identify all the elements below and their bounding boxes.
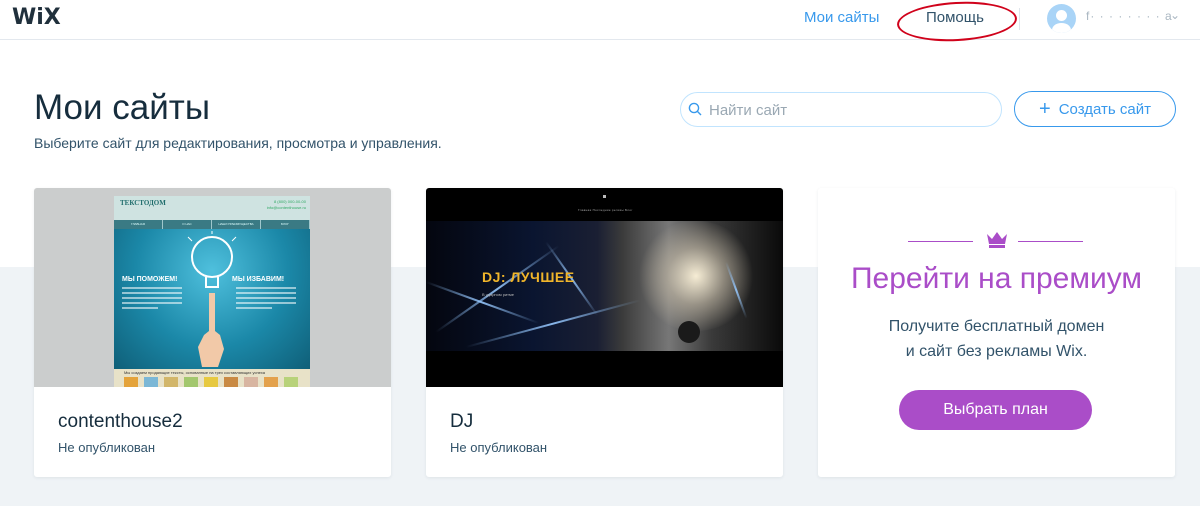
site-name[interactable]: DJ	[450, 411, 473, 433]
plus-icon: +	[1039, 98, 1051, 120]
preview-dj-figure	[678, 321, 700, 343]
search-box[interactable]	[680, 92, 1002, 127]
preview-light-beam	[426, 281, 540, 324]
site-card[interactable]: ТЕКСТОДОМ 8 (800) 000-00-00 info@content…	[34, 188, 391, 477]
premium-title: Перейти на премиум	[850, 262, 1143, 295]
top-bar: WiX Мои сайты Помощь f· · · · · · · · a …	[0, 0, 1200, 45]
user-menu-chevron-icon[interactable]: ⌄	[1170, 8, 1180, 22]
site-status: Не опубликован	[450, 440, 548, 455]
crown-icon	[987, 232, 1007, 248]
preview-image	[244, 377, 258, 387]
site-status: Не опубликован	[58, 440, 156, 455]
lightbulb-hand-icon	[187, 231, 237, 367]
preview-image	[284, 377, 298, 387]
preview-headline-left: МЫ ПОМОЖЕМ!	[122, 276, 178, 283]
preview-image	[144, 377, 158, 387]
crown-divider-left	[908, 241, 973, 242]
preview-headline-right: МЫ ИЗБАВИМ!	[232, 276, 285, 283]
preview-image	[124, 377, 138, 387]
preview-title: DJ: ЛУЧШЕЕ	[482, 269, 575, 285]
preview-text-lines	[236, 287, 296, 312]
user-avatar[interactable]	[1047, 4, 1076, 33]
premium-card: Перейти на премиум Получите бесплатный д…	[818, 188, 1175, 477]
preview-contacts: 8 (800) 000-00-00 info@contenthouse.ru	[266, 199, 306, 210]
search-icon	[688, 102, 702, 116]
page-title: Мои сайты	[34, 88, 210, 127]
preview-header: ТЕКСТОДОМ 8 (800) 000-00-00 info@content…	[114, 196, 310, 220]
create-site-button[interactable]: + Создать сайт	[1014, 91, 1176, 127]
site-thumbnail[interactable]: ТЕКСТОДОМ 8 (800) 000-00-00 info@content…	[34, 188, 391, 387]
wix-logo[interactable]: WiX	[12, 5, 61, 30]
preview-hero: МЫ ПОМОЖЕМ! МЫ ИЗБАВИМ!	[114, 229, 310, 369]
nav-divider	[1019, 8, 1020, 30]
nav-my-sites-link[interactable]: Мои сайты	[804, 9, 879, 26]
create-site-label: Создать сайт	[1058, 100, 1151, 118]
crown-divider-right	[1018, 241, 1083, 242]
search-input[interactable]	[709, 100, 989, 120]
preview-logo: ТЕКСТОДОМ	[120, 199, 166, 207]
premium-description: и сайт без рекламы Wix.	[905, 343, 1088, 360]
preview-image	[164, 377, 178, 387]
site-name[interactable]: contenthouse2	[58, 411, 183, 433]
help-highlight-circle	[896, 0, 1018, 45]
preview-image	[224, 377, 238, 387]
preview-nav: Главная Последние релизы Блог	[578, 208, 633, 212]
preview-menu: ГЛАВНАЯ О НАС НАШИ ПРЕИМУЩЕСТВА БЛОГ	[114, 220, 310, 229]
choose-plan-button[interactable]: Выбрать план	[899, 390, 1092, 430]
preview-image	[264, 377, 278, 387]
page-subtitle: Выберите сайт для редактирования, просмо…	[34, 135, 442, 151]
premium-description: Получите бесплатный домен	[888, 318, 1105, 335]
preview-subtitle: В ударном ритме	[482, 292, 514, 297]
preview-logo	[603, 195, 606, 198]
preview-image	[184, 377, 198, 387]
site-preview: ТЕКСТОДОМ 8 (800) 000-00-00 info@content…	[114, 196, 310, 387]
preview-text-lines	[122, 287, 182, 312]
preview-light-glow	[636, 221, 756, 331]
site-thumbnail[interactable]: Главная Последние релизы Блог DJ: ЛУЧШЕЕ…	[426, 188, 783, 387]
preview-image	[204, 377, 218, 387]
preview-hero	[426, 221, 783, 351]
preview-light-beam	[435, 245, 560, 333]
site-card[interactable]: Главная Последние релизы Блог DJ: ЛУЧШЕЕ…	[426, 188, 783, 477]
user-name[interactable]: f· · · · · · · · a	[1086, 9, 1173, 23]
preview-footer: Мы создаем продающие тексты, основанные …	[114, 369, 310, 387]
